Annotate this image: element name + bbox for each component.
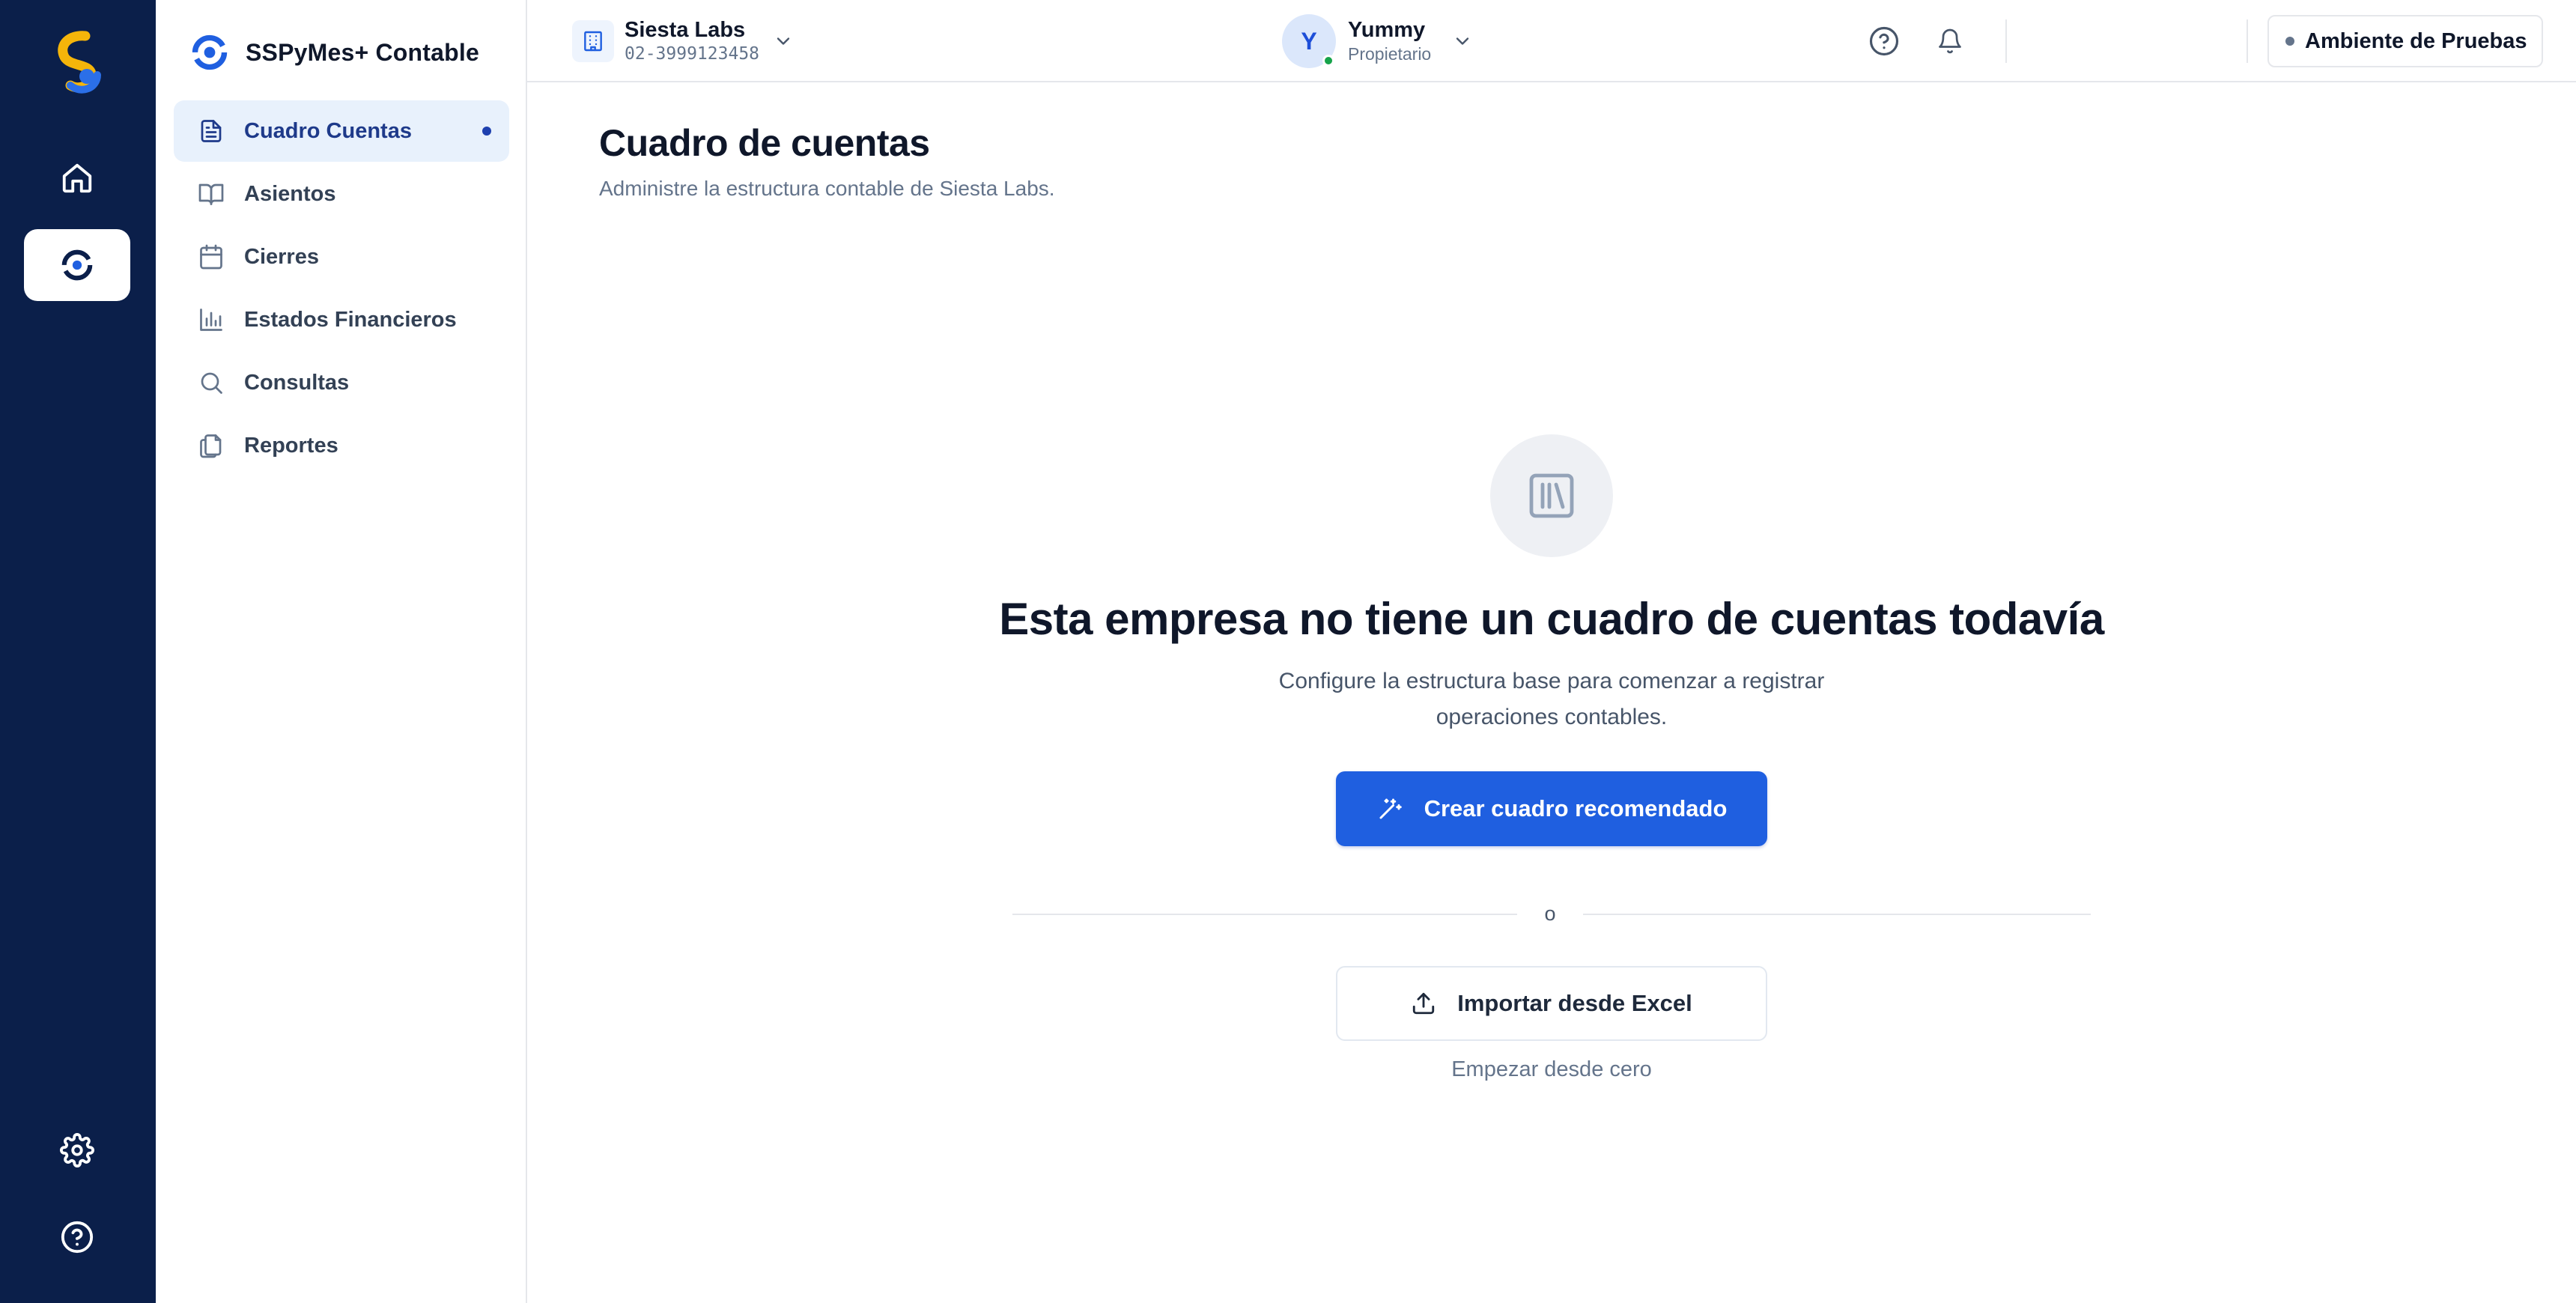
active-indicator-dot	[482, 127, 491, 136]
top-bar: Siesta Labs 02-3999123458 Y Yummy Propie…	[527, 0, 2576, 82]
environment-label: Ambiente de Pruebas	[2305, 28, 2527, 53]
or-text: o	[1544, 902, 1556, 925]
sidebar-nav: Cuadro Cuentas Asientos Cierres Estados …	[174, 100, 509, 478]
sidebar-item-label: Cuadro Cuentas	[244, 118, 412, 143]
upload-icon	[1413, 992, 1435, 1015]
sidebar-item-estados-financieros[interactable]: Estados Financieros	[174, 289, 509, 350]
import-excel-button[interactable]: Importar desde Excel	[1336, 966, 1767, 1041]
user-name: Yummy	[1348, 18, 1426, 42]
accounting-module-icon	[61, 249, 93, 281]
page-title: Cuadro de cuentas	[599, 122, 930, 164]
user-menu[interactable]: Y Yummy Propietario	[1282, 13, 1473, 69]
create-recommended-chart-label: Crear cuadro recomendado	[1424, 795, 1728, 821]
help-button[interactable]	[1866, 23, 1902, 59]
chevron-down-icon	[1456, 37, 1469, 45]
online-status-dot	[1322, 55, 1334, 67]
empty-state-icon-wrap	[1490, 434, 1613, 557]
page-subtitle: Administre la estructura contable de Sie…	[599, 177, 1055, 200]
user-role: Propietario	[1348, 44, 1432, 64]
company-info: Siesta Labs 02-3999123458	[625, 17, 759, 65]
avatar-initial: Y	[1301, 27, 1317, 55]
document-icon	[201, 120, 222, 142]
user-info: Yummy Propietario	[1348, 17, 1431, 65]
sidebar-item-label: Estados Financieros	[244, 307, 457, 332]
or-separator: o	[1012, 899, 2091, 929]
sidebar-item-cierres[interactable]: Cierres	[174, 226, 509, 288]
separator-line	[1583, 914, 2091, 915]
app-rail	[0, 0, 156, 1303]
brand-logo-icon	[192, 34, 228, 70]
sidebar-item-asientos[interactable]: Asientos	[174, 163, 509, 225]
sidebar-item-label: Consultas	[244, 370, 350, 395]
brand-name: SSPyMes+ Contable	[246, 38, 479, 66]
search-icon	[201, 372, 222, 394]
divider	[2005, 19, 2007, 63]
divider	[2247, 19, 2248, 63]
sidebar-item-reportes[interactable]: Reportes	[174, 415, 509, 476]
library-icon	[1529, 473, 1574, 518]
home-icon	[62, 163, 92, 193]
bar-chart-icon	[200, 309, 222, 331]
company-switcher[interactable]: Siesta Labs 02-3999123458	[572, 15, 794, 67]
sidebar-item-label: Reportes	[244, 433, 338, 458]
import-excel-label: Importar desde Excel	[1457, 990, 1692, 1016]
bell-icon	[1939, 28, 1961, 54]
module-brand: SSPyMes+ Contable	[190, 31, 479, 73]
help-circle-icon	[61, 1221, 94, 1254]
module-sidebar: SSPyMes+ Contable Cuadro Cuentas Asiento…	[156, 0, 527, 1303]
app-logo-icon	[48, 30, 108, 97]
start-from-scratch-link[interactable]: Empezar desde cero	[1327, 1057, 1776, 1082]
sidebar-item-label: Asientos	[244, 181, 336, 206]
magic-wand-icon	[1379, 798, 1402, 819]
environment-status-dot	[2285, 37, 2294, 46]
calendar-icon	[200, 244, 222, 270]
rail-help-button[interactable]	[24, 1201, 130, 1273]
notifications-button[interactable]	[1932, 23, 1968, 59]
book-open-icon	[198, 183, 224, 205]
rail-home-button[interactable]	[24, 142, 130, 214]
rail-accounting-button[interactable]	[24, 229, 130, 301]
chevron-down-icon	[777, 37, 790, 45]
files-icon	[200, 434, 222, 458]
sidebar-item-consultas[interactable]: Consultas	[174, 352, 509, 413]
empty-state-title: Esta empresa no tiene un cuadro de cuent…	[999, 594, 2104, 644]
sidebar-item-cuadro-cuentas[interactable]: Cuadro Cuentas	[174, 100, 509, 162]
empty-state-description: Configure la estructura base para comenz…	[1278, 669, 1825, 729]
separator-line	[1012, 914, 1517, 915]
rail-settings-button[interactable]	[24, 1114, 130, 1186]
avatar: Y	[1282, 14, 1336, 68]
environment-badge[interactable]: Ambiente de Pruebas	[2267, 15, 2543, 67]
gear-icon	[60, 1133, 94, 1167]
help-circle-icon	[1869, 26, 1899, 56]
company-ruc: 02-3999123458	[625, 44, 760, 64]
building-icon	[572, 20, 614, 62]
company-name: Siesta Labs	[625, 18, 746, 42]
sidebar-item-label: Cierres	[244, 244, 319, 269]
create-recommended-chart-button[interactable]: Crear cuadro recomendado	[1336, 771, 1767, 846]
